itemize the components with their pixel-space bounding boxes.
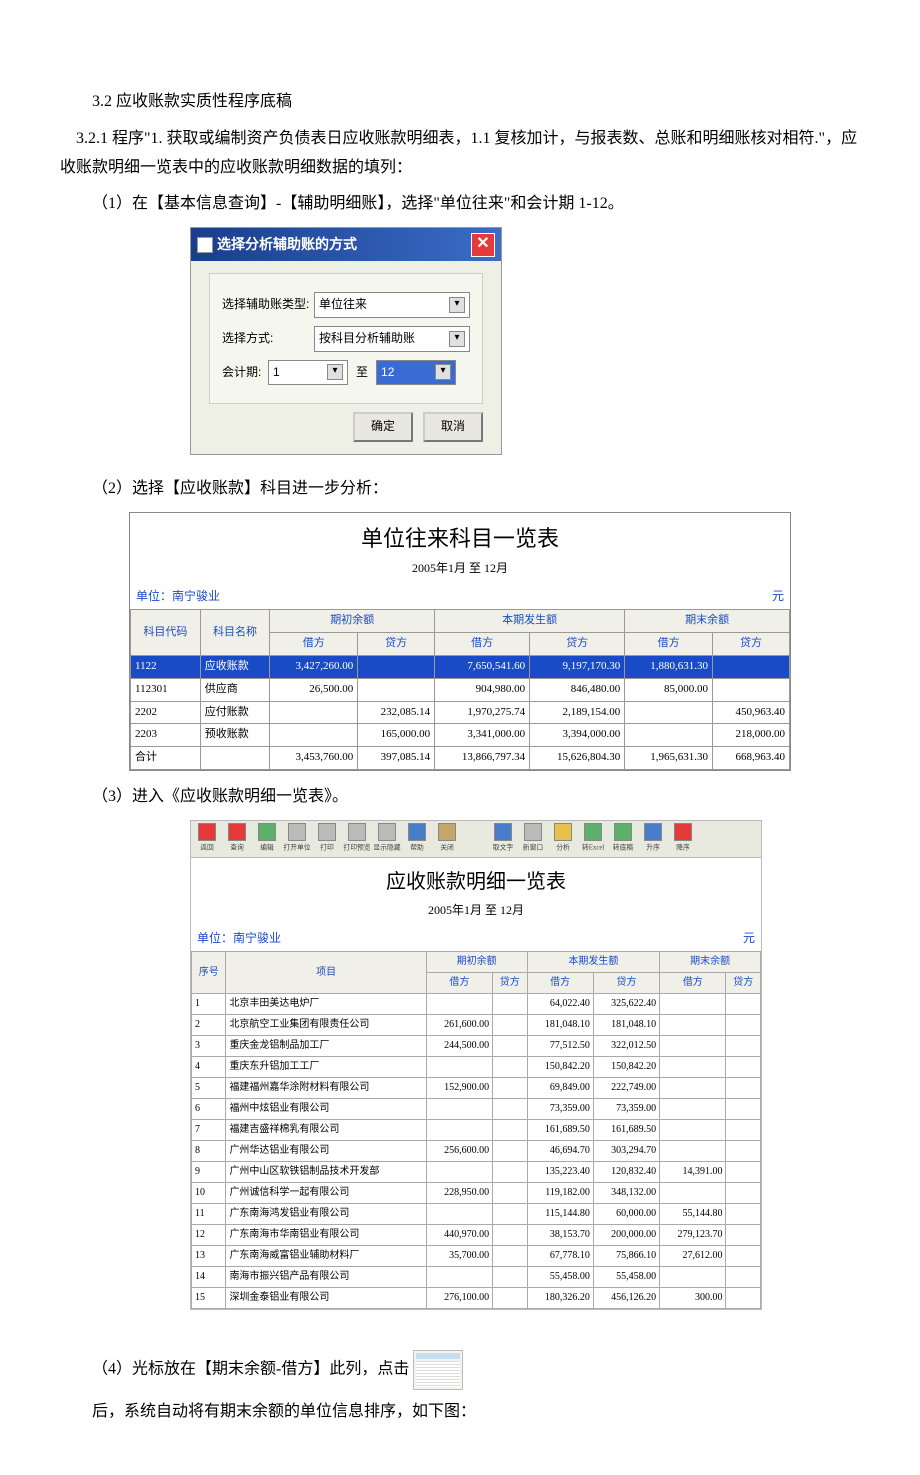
table-row[interactable]: 10广州诚信科学一起有限公司228,950.00119,182.00348,13… [192, 1183, 761, 1204]
table-row[interactable]: 13广东南海威富铝业辅助材料厂35,700.0067,778.1075,866.… [192, 1246, 761, 1267]
table-row[interactable]: 2203预收账款165,000.003,341,000.003,394,000.… [131, 724, 790, 747]
dialog-app-icon: sql [197, 237, 213, 253]
table-row[interactable]: 4重庆东升铝加工工厂150,842.20150,842.20 [192, 1057, 761, 1078]
table-row[interactable]: 1北京丰田美达电炉厂64,022.40325,622.40 [192, 994, 761, 1015]
ar-detail-table: 返回 查询 编辑 打开单位 打印 打印预览 显示隐藏 帮助 关闭 取文字 新窗口… [190, 820, 762, 1311]
preview-button[interactable]: 打印预览 [345, 823, 369, 855]
sort-asc-button[interactable]: 升序 [641, 823, 665, 855]
back-button[interactable]: 返回 [195, 823, 219, 855]
table-row[interactable]: 12广东南海市华南铝业有限公司440,970.0038,153.70200,00… [192, 1225, 761, 1246]
table-row[interactable]: 15深圳金泰铝业有限公司276,100.00180,326.20456,126.… [192, 1288, 761, 1309]
sort-desc-button[interactable]: 降序 [671, 823, 695, 855]
table-row[interactable]: 2202应付账款232,085.141,970,275.742,189,154.… [131, 701, 790, 724]
select-aux-type[interactable]: 单位往来 ▾ [314, 292, 470, 318]
table-row[interactable]: 7福建吉盛祥棉乳有限公司161,689.50161,689.50 [192, 1120, 761, 1141]
label-method: 选择方式: [222, 328, 314, 350]
new-window-button[interactable]: 新窗口 [521, 823, 545, 855]
label-to: 至 [356, 362, 368, 384]
table-row[interactable]: 3重庆金龙铝制品加工厂244,500.0077,512.50322,012.50 [192, 1036, 761, 1057]
table-row[interactable]: 6福州中炫铝业有限公司73,359.0073,359.00 [192, 1099, 761, 1120]
analyze-button[interactable]: 分析 [551, 823, 575, 855]
select-period-from[interactable]: 1 ▾ [268, 360, 348, 386]
close-icon[interactable]: ✕ [471, 233, 495, 257]
close-toolbar-button[interactable]: 关闭 [435, 823, 459, 855]
table-row[interactable]: 2北京航空工业集团有限责任公司261,600.00181,048.10181,0… [192, 1015, 761, 1036]
table-row[interactable]: 112301供应商26,500.00904,980.00846,480.0085… [131, 678, 790, 701]
subject-summary-table: 单位往来科目一览表 2005年1月 至 12月 单位：南宁骏业 元 科目代码 科… [129, 512, 791, 771]
to-excel-button[interactable]: 转Excel [581, 823, 605, 855]
table-row[interactable]: 合计3,453,760.00397,085.1413,866,797.3415,… [131, 747, 790, 770]
chevron-down-icon: ▾ [449, 297, 465, 313]
chevron-down-icon: ▾ [435, 364, 451, 380]
toolbar: 返回 查询 编辑 打开单位 打印 打印预览 显示隐藏 帮助 关闭 取文字 新窗口… [191, 821, 761, 858]
to-draft-button[interactable]: 转底稿 [611, 823, 635, 855]
print-button[interactable]: 打印 [315, 823, 339, 855]
chevron-down-icon: ▾ [327, 364, 343, 380]
para-step-3: （3）进入《应收账款明细一览表》。 [60, 783, 860, 812]
table-row[interactable]: 8广州华达铝业有限公司256,600.0046,694.70303,294.70 [192, 1141, 761, 1162]
para-step-4b: 后，系统自动将有期末余额的单位信息排序，如下图： [60, 1398, 860, 1427]
label-aux-type: 选择辅助账类型: [222, 294, 314, 316]
detail-period: 2005年1月 至 12月 [191, 900, 761, 928]
table-row[interactable]: 5福建福州嘉华涂附材料有限公司152,900.0069,849.00222,74… [192, 1078, 761, 1099]
label-period: 会计期: [222, 362, 268, 384]
toggle-button[interactable]: 显示隐藏 [375, 823, 399, 855]
table-row[interactable]: 14南海市振兴铝产品有限公司55,458.0055,458.00 [192, 1267, 761, 1288]
table-row[interactable]: 11广东南海鸿发铝业有限公司115,144.8060,000.0055,144.… [192, 1204, 761, 1225]
para-step-1: （1）在【基本信息查询】-【辅助明细账】，选择"单位往来"和会计期 1-12。 [60, 190, 860, 219]
detail-title: 应收账款明细一览表 [191, 858, 761, 900]
para-3-2-1: 3.2.1 程序"1. 获取或编制资产负债表日应收账款明细表，1.1 复核加计，… [60, 125, 860, 183]
chevron-down-icon: ▾ [449, 331, 465, 347]
sort-thumbnail-icon [413, 1350, 463, 1390]
table-row[interactable]: 9广州中山区软铁铝制品技术开发部135,223.40120,832.4014,3… [192, 1162, 761, 1183]
select-method[interactable]: 按科目分析辅助账 ▾ [314, 326, 470, 352]
dialog-title-bar: sql 选择分析辅助账的方式 ✕ [191, 228, 501, 261]
help-button[interactable]: 帮助 [405, 823, 429, 855]
table-row[interactable]: 1122应收账款3,427,260.007,650,541.609,197,17… [131, 655, 790, 678]
table-title: 单位往来科目一览表 [130, 513, 790, 559]
aux-ledger-dialog: sql 选择分析辅助账的方式 ✕ 选择辅助账类型: 单位往来 ▾ 选择方式: 按… [190, 227, 502, 455]
para-step-2: （2）选择【应收账款】科目进一步分析： [60, 475, 860, 504]
open-unit-button[interactable]: 打开单位 [285, 823, 309, 855]
cancel-button[interactable]: 取消 [423, 412, 483, 442]
para-step-4: （4）光标放在【期末余额-借方】此列，点击 [60, 1350, 860, 1390]
ok-button[interactable]: 确定 [353, 412, 413, 442]
extract-text-button[interactable]: 取文字 [491, 823, 515, 855]
dialog-title-text: 选择分析辅助账的方式 [217, 232, 357, 257]
select-period-to[interactable]: 12 ▾ [376, 360, 456, 386]
query-button[interactable]: 查询 [225, 823, 249, 855]
edit-button[interactable]: 编辑 [255, 823, 279, 855]
table-period: 2005年1月 至 12月 [130, 558, 790, 586]
section-heading: 3.2 应收账款实质性程序底稿 [60, 88, 860, 117]
